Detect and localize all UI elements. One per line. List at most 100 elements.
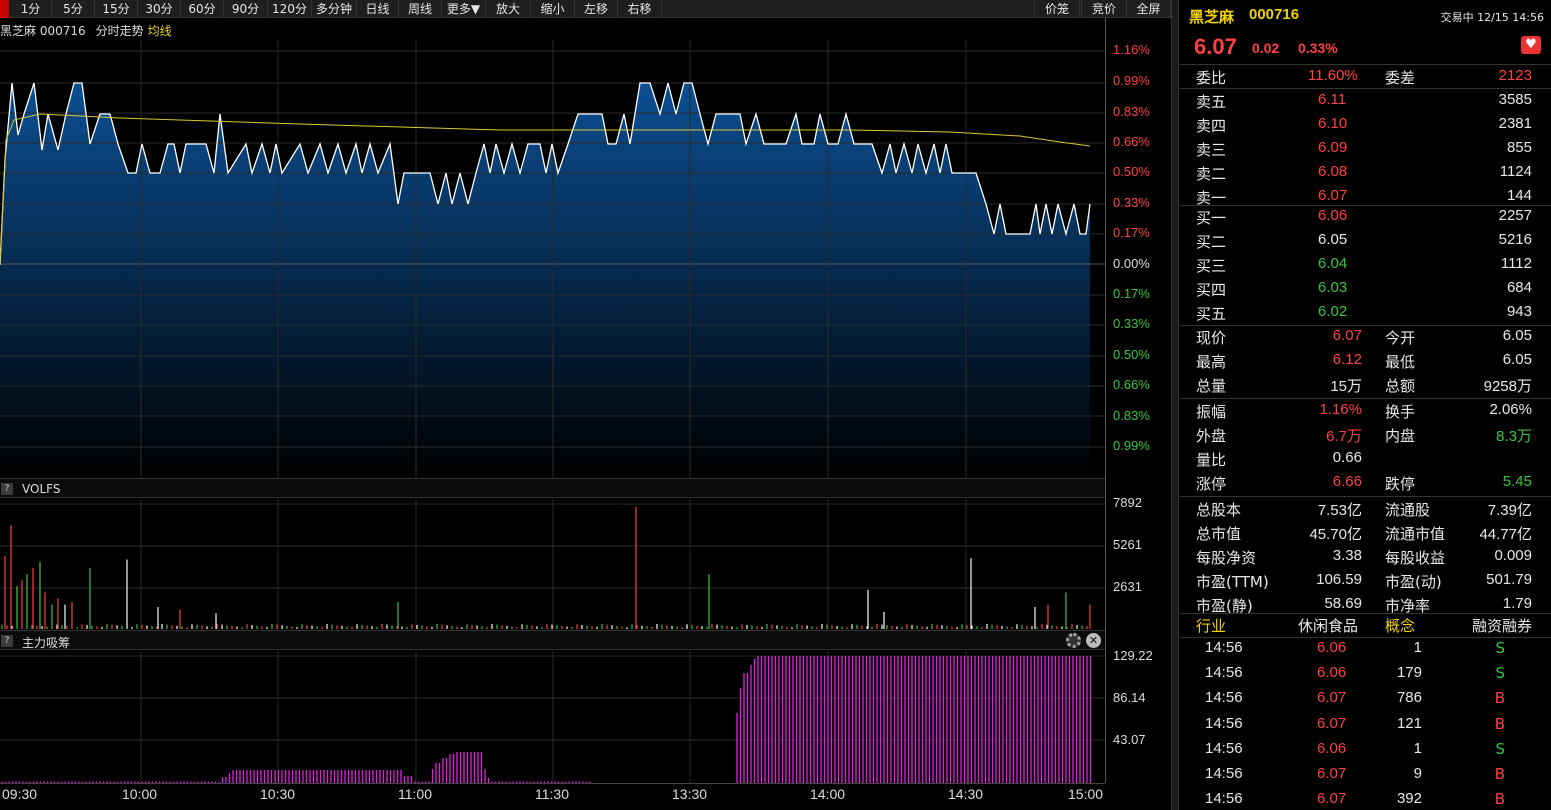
stat-value: 106.59 (1316, 571, 1362, 588)
stat-label: 流通股 (1385, 501, 1431, 519)
stat-value: 3.38 (1332, 547, 1362, 564)
trade-direction: S (1495, 739, 1505, 758)
chart-subtitle: 分时走势 (95, 24, 144, 38)
trade-volume: 1 (1413, 639, 1422, 656)
toolbar-btn-9[interactable]: 周线 (399, 0, 442, 18)
bid-price: 6.02 (1318, 303, 1348, 320)
concept-label[interactable]: 概念 (1385, 615, 1415, 636)
trade-volume: 786 (1396, 689, 1422, 707)
toolbar-right-btn-2[interactable]: 全屏 (1126, 0, 1171, 18)
stat-value: 501.79 (1486, 571, 1532, 588)
toolbar-btn-11[interactable]: 放大 (486, 0, 531, 18)
trade-time: 14:56 (1205, 790, 1243, 808)
zl-axis-label: 43.07 (1113, 732, 1146, 747)
stat-value: 6.7万 (1326, 428, 1362, 445)
time-label: 10:00 (122, 786, 158, 802)
toolbar-btn-14[interactable]: 右移 (618, 0, 662, 18)
toolbar-btn-8[interactable]: 日线 (357, 0, 399, 18)
main-force-chart[interactable] (0, 651, 1105, 783)
pct-label-up: 0.66% (1113, 134, 1150, 149)
stat-value: 6.05 (1502, 327, 1532, 344)
ask-volume: 144 (1506, 187, 1532, 204)
heart-icon[interactable]: ♥ (1521, 36, 1541, 54)
trading-status: 交易中 12/15 14:56 (1440, 11, 1544, 24)
bid-label: 买一 (1196, 209, 1227, 227)
help-icon[interactable]: ? (1, 483, 13, 495)
toolbar-btn-6[interactable]: 120分 (268, 0, 312, 18)
ask-label: 卖四 (1196, 117, 1227, 135)
stat-value: 9258万 (1483, 378, 1532, 395)
trade-direction: S (1495, 664, 1505, 683)
stat-label: 总股本 (1196, 501, 1242, 519)
toolbar-btn-1[interactable]: 5分 (52, 0, 95, 18)
toolbar-btn-12[interactable]: 缩小 (531, 0, 575, 18)
pct-label-up: 1.16% (1113, 42, 1150, 57)
volume-panel-title: VOLFS (22, 482, 61, 496)
stat-value: 6.05 (1502, 351, 1532, 368)
close-icon[interactable]: ✕ (1086, 633, 1101, 648)
stat-label: 外盘 (1196, 427, 1227, 445)
ask-volume: 1124 (1499, 163, 1532, 180)
bid-label: 买五 (1196, 305, 1227, 323)
pct-label-up: 0.33% (1113, 195, 1150, 210)
toolbar-btn-13[interactable]: 左移 (575, 0, 618, 18)
toolbar-btn-4[interactable]: 60分 (181, 0, 224, 18)
toolbar-btn-7[interactable]: 多分钟 (312, 0, 357, 18)
ask-price: 6.09 (1318, 139, 1348, 156)
toolbar-right-btn-0[interactable]: 价笼 (1034, 0, 1080, 18)
toolbar-right-btn-1[interactable]: 竞价 (1081, 0, 1127, 18)
ask-price: 6.10 (1318, 115, 1348, 132)
volume-chart[interactable] (0, 499, 1105, 629)
toolbar-btn-3[interactable]: 30分 (138, 0, 181, 18)
stat-value: 0.66 (1332, 449, 1362, 466)
zl-panel-header: ? 主力吸筹 ✕ (0, 630, 1105, 650)
stat-value: 8.3万 (1496, 428, 1532, 445)
stat-value: 45.70亿 (1309, 526, 1362, 543)
trade-direction: B (1494, 765, 1505, 783)
industry-value[interactable]: 休闲食品 (1298, 615, 1358, 636)
pct-label-up: 0.50% (1113, 164, 1150, 179)
price-change-pct: 0.33% (1298, 40, 1338, 56)
volume-panel-header: ? VOLFS (0, 478, 1105, 498)
toolbar-btn-2[interactable]: 15分 (95, 0, 138, 18)
bid-volume: 684 (1506, 279, 1532, 296)
bid-label: 买三 (1196, 257, 1227, 275)
stat-value: 1.79 (1502, 595, 1532, 612)
stat-label: 今开 (1385, 329, 1416, 347)
trade-volume: 1 (1413, 739, 1422, 757)
toolbar-btn-5[interactable]: 90分 (224, 0, 268, 18)
stat-label: 内盘 (1385, 427, 1416, 445)
gear-icon[interactable] (1066, 633, 1081, 648)
intraday-price-chart[interactable] (0, 40, 1105, 478)
stat-label: 市盈(动) (1385, 573, 1442, 591)
pct-label-up: 0.99% (1113, 73, 1150, 88)
trade-time: 14:56 (1205, 765, 1243, 782)
stat-label: 量比 (1196, 451, 1227, 469)
margin-trading-label: 融资融券 (1471, 617, 1532, 635)
ask-volume: 855 (1506, 139, 1532, 156)
help-icon[interactable]: ? (1, 635, 13, 647)
stock-code: 000716 (39, 24, 86, 38)
toolbar-btn-10[interactable]: 更多▼ (442, 0, 486, 18)
stat-value: 7.53亿 (1317, 502, 1362, 519)
stat-value: 7.39亿 (1487, 502, 1532, 519)
bid-volume: 943 (1506, 303, 1532, 320)
toolbar-marker (0, 0, 9, 18)
stat-value: 6.07 (1332, 327, 1362, 344)
trade-time: 14:56 (1205, 664, 1243, 682)
stat-value: 2.06% (1489, 401, 1532, 418)
trade-direction: B (1494, 790, 1505, 809)
trade-price: 6.06 (1317, 739, 1347, 757)
weibi-value: 11.60% (1308, 67, 1358, 84)
pct-label-zero: 0.00% (1113, 256, 1150, 271)
time-axis: 09:30 10:00 10:30 11:00 11:30 13:30 14:00 14:30… (0, 783, 1105, 810)
bid-price: 6.06 (1318, 207, 1348, 224)
stat-label: 每股净资 (1196, 549, 1257, 567)
pct-label-up: 0.17% (1113, 225, 1150, 240)
stat-value: 44.77亿 (1479, 526, 1532, 543)
volume-axis-label: 7892 (1113, 495, 1142, 510)
panel-splitter[interactable] (1171, 0, 1179, 810)
toolbar-btn-0[interactable]: 1分 (10, 0, 52, 18)
bid-volume: 2257 (1498, 207, 1532, 224)
time-label: 11:30 (535, 786, 569, 802)
